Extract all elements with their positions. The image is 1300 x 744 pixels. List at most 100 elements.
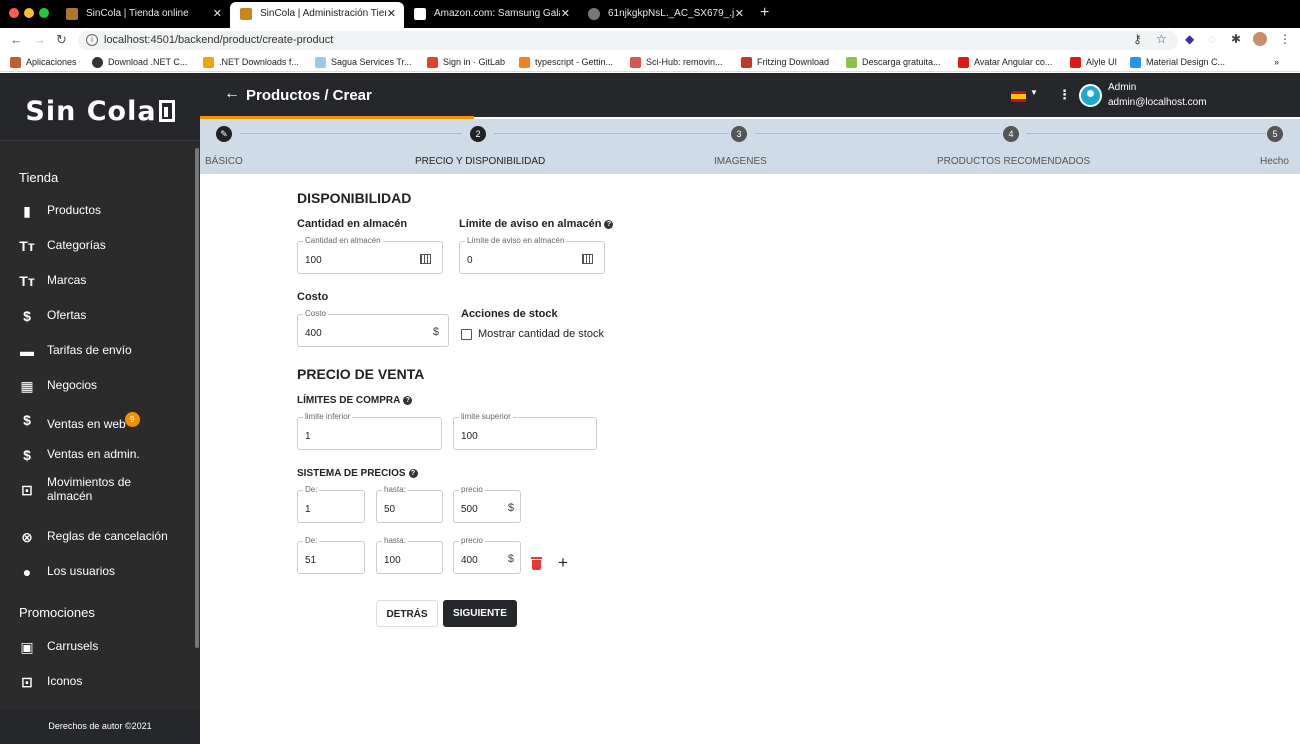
star-icon[interactable]: ☆: [1156, 32, 1167, 46]
avatar[interactable]: [1079, 84, 1102, 107]
close-window-button[interactable]: [9, 8, 19, 18]
sidebar-item-ventas-web[interactable]: $ Ventas en web 9: [0, 403, 195, 437]
field-value: 100: [461, 431, 478, 442]
step-label-imagenes[interactable]: IMAGENES: [714, 156, 767, 167]
show-stock-label[interactable]: Mostrar cantidad de stock: [478, 328, 604, 340]
browser-tab[interactable]: SinCola | Tienda online ✕: [56, 3, 230, 25]
bookmark[interactable]: Alyle UI: [1070, 55, 1117, 69]
bookmark[interactable]: .NET Downloads f...: [203, 55, 299, 69]
upper-limit-field[interactable]: limite superior 100: [453, 412, 597, 450]
info-icon[interactable]: i: [86, 34, 98, 46]
step-label-recomendados[interactable]: PRODUCTOS RECOMENDADOS: [937, 156, 1090, 167]
sidebar-item-carrusels[interactable]: ▣ Carrusels: [0, 630, 195, 664]
key-icon[interactable]: ⚷: [1133, 32, 1142, 46]
sidebar-item-ofertas[interactable]: $ Ofertas: [0, 299, 195, 333]
sidebar-scrollbar[interactable]: [195, 148, 199, 648]
delete-row-trash-icon[interactable]: [531, 557, 542, 570]
price-to-field[interactable]: hasta: 100: [376, 536, 443, 574]
browser-tab-active[interactable]: SinCola | Administración Tienda ✕: [230, 2, 404, 28]
close-tab-icon[interactable]: ✕: [387, 2, 396, 26]
sidebar-item-productos[interactable]: ▮ Productos: [0, 194, 195, 228]
bookmark[interactable]: Fritzing Download: [741, 55, 829, 69]
language-dropdown-icon[interactable]: ▼: [1030, 88, 1038, 97]
price-value-field[interactable]: precio 500 $: [453, 485, 521, 523]
bookmarks-overflow-button[interactable]: »: [1274, 55, 1279, 69]
sidebar-item-usuarios[interactable]: ● Los usuarios: [0, 555, 195, 589]
browser-tab[interactable]: Amazon.com: Samsung Galaxy ✕: [404, 3, 578, 25]
url-field[interactable]: i localhost:4501/backend/product/create-…: [78, 31, 1178, 50]
sidebar-item-iconos[interactable]: ⊡ Iconos: [0, 665, 195, 699]
add-row-plus-icon[interactable]: +: [558, 554, 568, 572]
trash-can: [532, 560, 541, 570]
cost-field[interactable]: Costo 400 $: [297, 309, 449, 347]
sidebar-item-negocios[interactable]: ▦ Negocios: [0, 369, 195, 403]
lower-limit-field[interactable]: limite inferior 1: [297, 412, 442, 450]
sidebar-item-movimientos[interactable]: ⊡ Movimientos de almacén: [0, 473, 195, 507]
sidebar-item-reglas[interactable]: ⊗ Reglas de cancelación: [0, 520, 195, 554]
sidebar: Sin Cola Tienda ▮ Productos Tт Categoría…: [0, 73, 200, 744]
bookmark[interactable]: Material Design C...: [1130, 55, 1225, 69]
warn-limit-field[interactable]: Límite de aviso en almacén 0: [459, 236, 605, 274]
sidebar-item-categorias[interactable]: Tт Categorías: [0, 229, 195, 263]
bookmark[interactable]: Descarga gratuita...: [846, 55, 941, 69]
bookmark-label: Alyle UI: [1086, 57, 1118, 67]
bookmark[interactable]: Sci-Hub: removin...: [630, 55, 723, 69]
sidebar-section-promociones: Promociones: [19, 605, 95, 620]
sidebar-item-tarifas[interactable]: ▬ Tarifas de envío: [0, 334, 195, 368]
step-1-edit-icon[interactable]: ✎: [216, 126, 232, 142]
step-3-indicator[interactable]: 3: [731, 126, 747, 142]
price-value-field[interactable]: precio 400 $: [453, 536, 521, 574]
amazon-favicon-icon: [414, 8, 426, 20]
close-tab-icon[interactable]: ✕: [213, 3, 222, 25]
stock-field[interactable]: Cantidad en almacén 100: [297, 236, 443, 274]
bookmark-label: .NET Downloads f...: [219, 57, 299, 67]
menu-dots-icon[interactable]: ⋮: [1279, 32, 1291, 46]
spain-flag-icon[interactable]: [1011, 91, 1026, 102]
price-from-field[interactable]: De: 51: [297, 536, 365, 574]
next-button[interactable]: SIGUIENTE: [443, 600, 517, 627]
dollar-icon: $: [23, 447, 31, 463]
step-4-indicator[interactable]: 4: [1003, 126, 1019, 142]
bookmark[interactable]: Download .NET C...: [92, 55, 187, 69]
close-tab-icon[interactable]: ✕: [735, 3, 744, 25]
back-button[interactable]: DETRÁS: [376, 600, 438, 627]
field-label: precio: [459, 485, 485, 494]
puzzle-icon[interactable]: ✱: [1231, 32, 1241, 46]
help-icon[interactable]: ?: [408, 469, 418, 478]
back-arrow-icon[interactable]: ←: [10, 32, 23, 47]
bookmark[interactable]: Sign in · GitLab: [427, 55, 505, 69]
help-icon[interactable]: ?: [604, 220, 614, 229]
step-label-basico[interactable]: BÁSICO: [205, 156, 243, 167]
logo[interactable]: Sin Cola: [0, 73, 200, 141]
price-to-field[interactable]: hasta: 50: [376, 485, 443, 523]
back-arrow-icon[interactable]: ←: [224, 85, 240, 103]
browser-tab[interactable]: 61njkgkpNsL._AC_SX679_.jpg ✕: [578, 3, 752, 25]
extension-icon[interactable]: ◆: [1185, 32, 1194, 46]
sidebar-item-ventas-admin[interactable]: $ Ventas en admin.: [0, 438, 195, 472]
show-stock-checkbox[interactable]: [461, 329, 472, 340]
help-icon[interactable]: ?: [403, 396, 413, 405]
close-tab-icon[interactable]: ✕: [561, 3, 570, 25]
sidebar-item-label: Carrusels: [47, 639, 99, 653]
sidebar-item-marcas[interactable]: Tт Marcas: [0, 264, 195, 298]
maximize-window-button[interactable]: [39, 8, 49, 18]
step-connector: [755, 133, 1000, 134]
bookmark[interactable]: Sagua Services Tr...: [315, 55, 412, 69]
extension-icon[interactable]: ◌: [1208, 32, 1215, 46]
bookmark[interactable]: Avatar Angular co...: [958, 55, 1052, 69]
warn-limit-label: Límite de aviso en almacén?: [459, 218, 614, 230]
step-5-indicator[interactable]: 5: [1267, 126, 1283, 142]
profile-avatar-icon[interactable]: [1253, 32, 1267, 46]
step-label-hecho[interactable]: Hecho: [1260, 156, 1289, 167]
minimize-window-button[interactable]: [24, 8, 34, 18]
price-from-field[interactable]: De: 1: [297, 485, 365, 523]
step-2-indicator[interactable]: 2: [470, 126, 486, 142]
forward-arrow-icon[interactable]: →: [33, 32, 46, 47]
more-options-icon[interactable]: ⋮: [1058, 87, 1071, 103]
step-label-precio[interactable]: PRECIO Y DISPONIBILIDAD: [415, 156, 545, 167]
sale-price-title: PRECIO DE VENTA: [297, 366, 425, 382]
reload-icon[interactable]: ↻: [56, 32, 67, 48]
new-tab-button[interactable]: +: [760, 3, 769, 23]
bookmark[interactable]: typescript - Gettin...: [519, 55, 613, 69]
bookmark-apps[interactable]: Aplicaciones: [10, 55, 77, 69]
